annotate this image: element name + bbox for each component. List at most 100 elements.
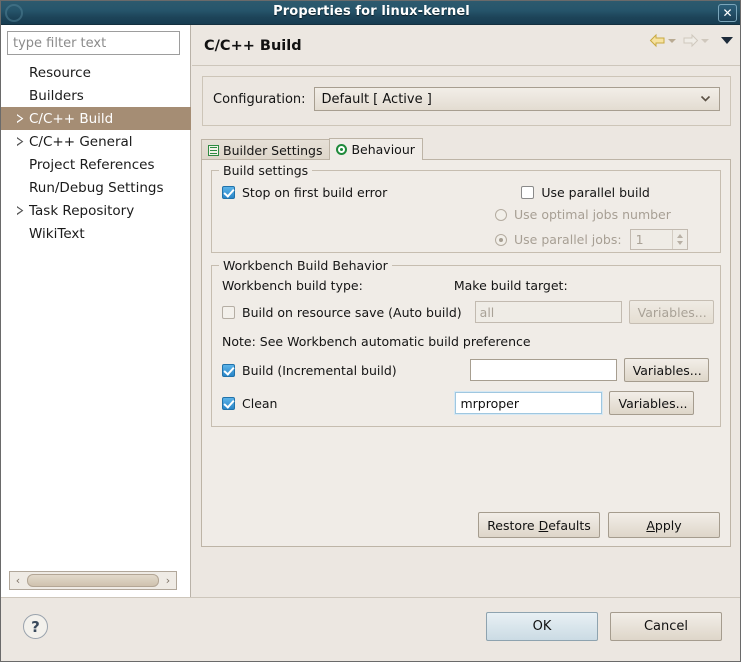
restore-defaults-text-post: efaults (548, 517, 591, 533)
forward-nav-group (682, 33, 709, 48)
back-nav-group[interactable] (649, 33, 676, 48)
back-arrow-icon[interactable] (649, 33, 666, 48)
build-settings-legend: Build settings (219, 163, 313, 178)
use-parallel-jobs-radio (495, 233, 507, 246)
workbench-build-behavior-group: Workbench Build Behavior Workbench build… (211, 258, 721, 427)
settings-page: C/C++ Build Configuration: Default [Act… (192, 25, 740, 598)
build-incremental-checkbox[interactable] (222, 363, 235, 377)
configuration-group: Configuration: Default [ Active ] (202, 76, 731, 126)
incremental-build-variables-button[interactable]: Variables... (623, 358, 709, 382)
clean-checkbox[interactable] (222, 396, 235, 410)
use-parallel-jobs-label: Use parallel jobs: (514, 232, 622, 247)
auto-build-variables-button[interactable]: Variables... (628, 300, 714, 324)
configuration-label: Configuration: (213, 91, 306, 107)
sidebar-item-label: Builders (29, 87, 84, 104)
apply-button[interactable]: Apply (608, 512, 720, 538)
restore-defaults-mnemonic: D (538, 517, 549, 533)
sidebar-item-label: Resource (29, 64, 91, 81)
use-parallel-build-label: Use parallel build (541, 185, 650, 200)
incremental-build-target-input[interactable] (469, 359, 617, 381)
scroll-right-icon[interactable]: › (160, 572, 176, 589)
workbench-note-row: Note: See Workbench automatic build pref… (222, 334, 710, 349)
scroll-left-icon[interactable]: ‹ (10, 572, 26, 589)
clean-target-input[interactable] (455, 392, 603, 414)
sidebar-item-builders[interactable]: Builders (1, 84, 190, 107)
title-bar: Properties for linux-kernel ✕ (1, 1, 740, 25)
stepper-buttons (671, 230, 687, 249)
sidebar-item-cpp-build[interactable]: C/C++ Build (1, 107, 191, 130)
stop-on-first-build-error-checkbox[interactable] (222, 186, 235, 199)
parallel-jobs-value: 1 (635, 232, 644, 247)
expand-arrow-icon[interactable] (11, 206, 29, 216)
use-parallel-build-checkbox[interactable] (521, 186, 535, 199)
workbench-note: Note: See Workbench automatic build pref… (222, 334, 531, 349)
sidebar-item-run-debug-settings[interactable]: Run/Debug Settings (1, 176, 190, 199)
restore-defaults-text-pre: Restore (487, 517, 539, 533)
page-action-bar: Restore Defaults Apply (478, 512, 720, 538)
clean-row: Clean Variables... (222, 391, 710, 415)
chevron-down-icon (700, 95, 711, 102)
list-icon (208, 144, 219, 156)
behaviour-tab-panel: Build settings Stop on first build error… (201, 159, 731, 547)
use-optimal-jobs-row: Use optimal jobs number (495, 207, 710, 222)
incremental-build-row: Build (Incremental build) Variables... (222, 358, 710, 382)
settings-tree-pane: Resource Builders C/C++ Build C/C++ Gene… (1, 25, 191, 598)
make-build-target-label: Make build target: (453, 278, 568, 293)
search-input[interactable] (7, 31, 180, 55)
page-nav-toolbar (649, 33, 733, 48)
sidebar-item-label: Task Repository (29, 202, 135, 219)
close-icon[interactable]: ✕ (718, 4, 737, 22)
dialog-button-bar: ? OK Cancel (1, 597, 740, 661)
sidebar-item-label: WikiText (29, 225, 85, 242)
apply-mnemonic: A (646, 517, 655, 533)
workbench-header-row: Workbench build type: Make build target: (222, 278, 710, 293)
stepper-down-icon (676, 241, 683, 245)
sidebar-item-cpp-general[interactable]: C/C++ General (1, 130, 190, 153)
sidebar-item-project-references[interactable]: Project References (1, 153, 190, 176)
clean-label: Clean (242, 395, 278, 411)
stop-on-first-build-error-label: Stop on first build error (242, 185, 388, 200)
sidebar-item-task-repository[interactable]: Task Repository (1, 199, 190, 222)
ok-button[interactable]: OK (486, 612, 598, 641)
help-icon[interactable]: ? (23, 614, 48, 639)
tree-horizontal-scrollbar[interactable]: ‹ › (9, 571, 177, 590)
expand-arrow-icon[interactable] (11, 114, 29, 124)
forward-arrow-icon (682, 33, 699, 48)
restore-defaults-button[interactable]: Restore Defaults (478, 512, 600, 538)
tab-builder-settings[interactable]: Builder Settings (201, 139, 331, 160)
cancel-button[interactable]: Cancel (610, 612, 722, 641)
build-settings-row-1: Stop on first build error Use parallel b… (222, 185, 710, 200)
filter-wrapper (1, 25, 190, 55)
radio-icon (336, 144, 348, 155)
stepper-up-icon (676, 234, 683, 238)
use-parallel-jobs-row: Use parallel jobs: 1 (495, 229, 710, 250)
expand-arrow-icon[interactable] (11, 137, 29, 147)
dialog-buttons: OK Cancel (486, 612, 722, 641)
auto-build-target-input[interactable] (474, 301, 622, 323)
page-header: C/C++ Build (192, 25, 740, 65)
sidebar-item-label: Run/Debug Settings (29, 179, 164, 196)
apply-text-post: pply (654, 517, 682, 533)
view-menu-icon[interactable] (721, 37, 733, 44)
tab-label: Behaviour (351, 142, 415, 157)
chevron-down-icon (701, 38, 709, 43)
workbench-legend: Workbench Build Behavior (219, 258, 392, 273)
header-divider (192, 65, 740, 66)
parallel-jobs-stepper: 1 (629, 229, 688, 250)
sidebar-item-wikitext[interactable]: WikiText (1, 222, 190, 245)
build-on-resource-save-checkbox[interactable] (222, 305, 235, 319)
sidebar-item-resource[interactable]: Resource (1, 61, 190, 84)
chevron-down-icon[interactable] (668, 38, 676, 43)
clean-variables-button[interactable]: Variables... (609, 391, 695, 415)
settings-tree: Resource Builders C/C++ Build C/C++ Gene… (1, 61, 191, 245)
tab-bar: Builder Settings Behaviour (201, 138, 740, 160)
auto-build-row: Build on resource save (Auto build) Vari… (222, 300, 714, 324)
build-on-resource-save-label: Build on resource save (Auto build) (242, 304, 462, 320)
properties-dialog: Properties for linux-kernel ✕ Resource B… (0, 0, 741, 662)
use-optimal-jobs-label: Use optimal jobs number (514, 207, 671, 222)
tab-behaviour[interactable]: Behaviour (329, 138, 423, 160)
sidebar-item-label: Project References (29, 156, 155, 173)
configuration-value: Default [ Active ] (321, 91, 432, 107)
configuration-dropdown[interactable]: Default [ Active ] (313, 87, 720, 111)
scrollbar-thumb[interactable] (27, 574, 159, 587)
